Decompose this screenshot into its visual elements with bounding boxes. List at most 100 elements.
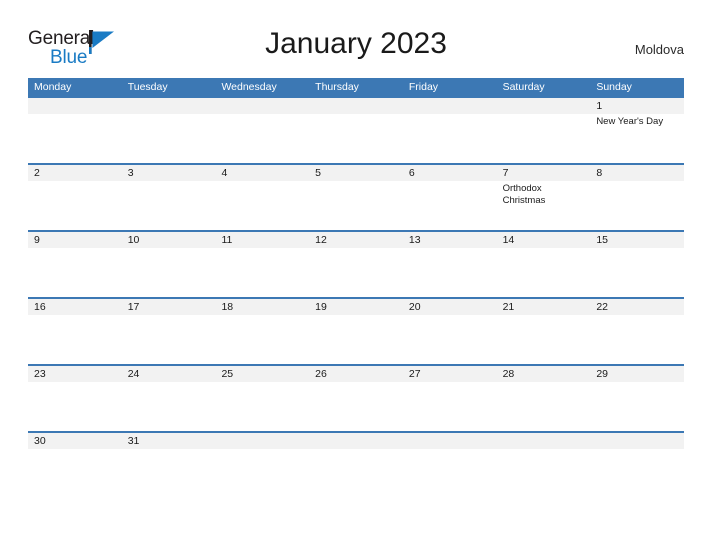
day-number: 6 xyxy=(408,167,415,179)
weekday-header-saturday: Saturday xyxy=(502,81,545,93)
day-cell[interactable]: 5 xyxy=(309,165,403,230)
day-number: 12 xyxy=(315,234,327,246)
weekday-header-monday: Monday xyxy=(34,81,72,93)
day-cell[interactable]: 31 xyxy=(122,433,216,459)
day-cell[interactable]: 2 xyxy=(28,165,122,230)
day-number: 13 xyxy=(408,234,421,246)
day-cell[interactable]: 16 xyxy=(28,299,122,364)
day-number: 5 xyxy=(315,167,321,179)
day-cell[interactable]: 1 New Year's Day xyxy=(590,98,684,163)
day-number: 11 xyxy=(221,234,233,246)
day-cell[interactable]: 9 xyxy=(28,232,122,297)
day-cell[interactable]: 3 xyxy=(122,165,216,230)
day-number xyxy=(409,98,493,114)
day-cell[interactable]: 25 xyxy=(215,366,309,431)
day-number: 20 xyxy=(408,301,421,313)
day-cell-empty xyxy=(28,98,122,163)
day-number: 19 xyxy=(315,301,327,313)
day-cell[interactable]: 22 xyxy=(590,299,684,364)
holiday-event: New Year's Day xyxy=(596,116,664,127)
day-cell[interactable]: 28 xyxy=(497,366,591,431)
day-number: 1 xyxy=(596,100,603,112)
day-number: 3 xyxy=(127,167,134,179)
holiday-event: Orthodox Christmas xyxy=(502,183,546,206)
day-cell[interactable]: 21 xyxy=(497,299,591,364)
day-number xyxy=(596,433,680,449)
day-cell[interactable]: 20 xyxy=(403,299,497,364)
day-number: 31 xyxy=(127,435,140,447)
day-cell[interactable]: 23 xyxy=(28,366,122,431)
week-row: 30 31 xyxy=(28,431,684,459)
week-days: 2 3 4 5 6 7 Orthodox Christmas 8 xyxy=(28,165,684,230)
day-cell[interactable]: 12 xyxy=(309,232,403,297)
week-row: 23 24 25 26 27 28 29 xyxy=(28,364,684,431)
day-number: 8 xyxy=(596,167,603,179)
week-days: 23 24 25 26 27 28 29 xyxy=(28,366,684,431)
day-number xyxy=(221,433,305,449)
week-row: 16 17 18 19 20 21 22 xyxy=(28,297,684,364)
day-cell[interactable]: 11 xyxy=(215,232,309,297)
day-cell[interactable]: 8 xyxy=(590,165,684,230)
calendar-page: General Blue January 2023 Moldova Monday… xyxy=(0,0,712,550)
day-cell[interactable]: 6 xyxy=(403,165,497,230)
day-cell-empty xyxy=(215,433,309,459)
page-title: January 2023 xyxy=(265,27,447,60)
day-cell[interactable]: 4 xyxy=(215,165,309,230)
day-cell[interactable]: 13 xyxy=(403,232,497,297)
day-number: 21 xyxy=(502,301,515,313)
day-cell-empty xyxy=(122,98,216,163)
day-number xyxy=(503,433,587,449)
day-cell[interactable]: 17 xyxy=(122,299,216,364)
day-number xyxy=(315,98,399,114)
day-number: 7 xyxy=(502,167,509,179)
day-number: 27 xyxy=(408,368,421,380)
weekday-header-wednesday: Wednesday xyxy=(221,81,277,93)
day-cell[interactable]: 24 xyxy=(122,366,216,431)
week-row: 1 New Year's Day xyxy=(28,96,684,163)
day-cell[interactable]: 29 xyxy=(590,366,684,431)
weekday-header-tuesday: Tuesday xyxy=(127,81,168,93)
day-cell-empty xyxy=(403,98,497,163)
day-number: 15 xyxy=(596,234,608,246)
day-number: 29 xyxy=(596,368,608,380)
day-cell[interactable]: 30 xyxy=(28,433,122,459)
page-header: General Blue January 2023 Moldova xyxy=(28,24,684,72)
day-number xyxy=(221,98,305,114)
day-events: New Year's Day xyxy=(596,116,680,128)
day-number: 18 xyxy=(221,301,234,313)
day-number: 4 xyxy=(221,167,228,179)
day-number xyxy=(409,433,493,449)
day-number: 10 xyxy=(127,234,140,246)
day-number: 23 xyxy=(34,368,46,380)
day-cell-empty xyxy=(403,433,497,459)
day-events: Orthodox Christmas xyxy=(503,183,587,206)
day-number xyxy=(315,433,399,449)
day-cell[interactable]: 7 Orthodox Christmas xyxy=(497,165,591,230)
day-number: 22 xyxy=(596,301,608,313)
day-number: 24 xyxy=(127,368,140,380)
day-cell-empty xyxy=(309,433,403,459)
day-cell[interactable]: 26 xyxy=(309,366,403,431)
day-number xyxy=(128,98,212,114)
weekday-header-friday: Friday xyxy=(408,81,439,93)
day-number: 14 xyxy=(502,234,515,246)
day-cell[interactable]: 27 xyxy=(403,366,497,431)
day-cell[interactable]: 18 xyxy=(215,299,309,364)
day-number: 2 xyxy=(34,167,40,179)
weekday-header-sunday: Sunday xyxy=(596,81,632,93)
day-cell-empty xyxy=(590,433,684,459)
week-row: 2 3 4 5 6 7 Orthodox Christmas 8 xyxy=(28,163,684,230)
day-number: 17 xyxy=(127,301,140,313)
day-number: 16 xyxy=(34,301,46,313)
calendar-weeks: 1 New Year's Day 2 3 4 5 6 7 Orthodox Christmas 8… xyxy=(28,96,684,459)
day-number: 28 xyxy=(502,368,515,380)
day-cell[interactable]: 15 xyxy=(590,232,684,297)
day-cell[interactable]: 14 xyxy=(497,232,591,297)
day-cell[interactable]: 19 xyxy=(309,299,403,364)
day-cell-empty xyxy=(497,433,591,459)
week-days: 16 17 18 19 20 21 22 xyxy=(28,299,684,364)
weekday-header-row: Monday Tuesday Wednesday Thursday Friday Satu… xyxy=(28,78,684,96)
day-cell[interactable]: 10 xyxy=(122,232,216,297)
week-days: 1 New Year's Day xyxy=(28,98,684,163)
calendar-grid: Monday Tuesday Wednesday Thursday Friday Satu… xyxy=(28,78,684,459)
